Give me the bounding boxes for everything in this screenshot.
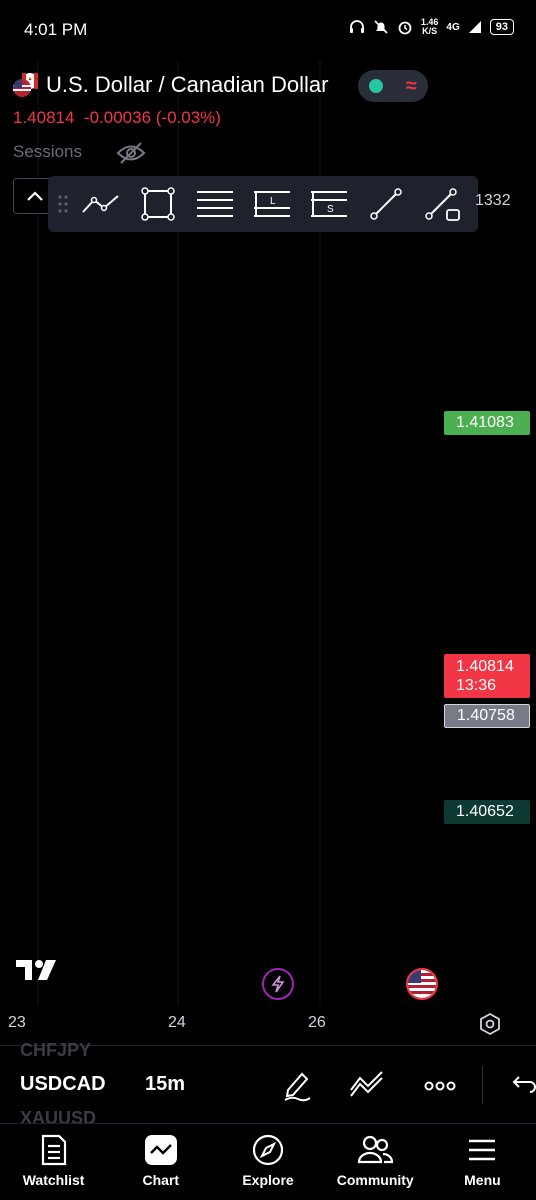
target-price-tag: 1.41083 (444, 411, 530, 435)
currency-flags-icon (12, 72, 40, 98)
toolbar-divider (482, 1066, 483, 1104)
current-price-value: 1.40814 (456, 658, 514, 675)
undo-icon (512, 1076, 536, 1093)
rectangle-tool[interactable] (129, 176, 186, 232)
nav-label: Chart (142, 1172, 180, 1188)
nav-community[interactable]: Community (322, 1124, 429, 1200)
chart-icon (144, 1135, 177, 1165)
nav-explore[interactable]: Explore (214, 1124, 321, 1200)
indicator-toggle[interactable]: ≈ (358, 70, 428, 102)
lightning-icon (271, 975, 285, 993)
status-dot-icon (369, 79, 384, 93)
entry-price-tag: 1.40758 (444, 704, 530, 728)
bell-muted-icon (374, 20, 388, 34)
drag-handle-icon[interactable] (54, 194, 72, 214)
status-icons: 1.46 K/S 4G 93 (349, 18, 514, 36)
current-symbol[interactable]: USDCAD (20, 1073, 106, 1096)
network-type: 4G (446, 21, 460, 33)
fib-retracement-icon (196, 191, 233, 217)
watchlist-icon (41, 1134, 66, 1166)
nav-label: Watchlist (22, 1172, 85, 1188)
pencil-icon (284, 1072, 311, 1102)
long-position-icon: L (253, 191, 290, 217)
compass-icon (252, 1134, 284, 1166)
trend-line-tool[interactable] (72, 176, 129, 232)
tradingview-logo-icon (16, 958, 64, 987)
drawing-toolbar[interactable]: L S (48, 176, 478, 232)
wave-icon: ≈ (405, 75, 417, 97)
time-label: 26 (308, 1014, 326, 1031)
nav-label: Menu (464, 1172, 501, 1188)
line-tool[interactable] (357, 176, 414, 232)
pencil-button[interactable] (282, 1068, 314, 1107)
short-position-icon: S (310, 191, 347, 217)
price-change-row: 1.40814 -0.00036 (-0.03%) (13, 108, 221, 128)
last-price: 1.40814 (13, 108, 75, 127)
net-speed-unit: K/S (422, 26, 438, 36)
nav-menu[interactable]: Menu (429, 1124, 536, 1200)
indicators-button[interactable] (348, 1068, 386, 1103)
nav-chart[interactable]: Chart (107, 1124, 214, 1200)
time-label: 23 (8, 1014, 26, 1031)
nav-label: Community (336, 1172, 414, 1188)
rectangle-icon (140, 187, 175, 221)
alarm-icon (398, 21, 412, 35)
symbol-title[interactable]: U.S. Dollar / Canadian Dollar (46, 72, 328, 98)
net-speed: 1.46 K/S (421, 18, 439, 36)
prev-symbol[interactable]: CHFJPY (20, 1040, 91, 1061)
status-time: 4:01 PM (24, 20, 88, 39)
undo-button[interactable] (510, 1074, 536, 1099)
menu-icon (469, 1139, 496, 1161)
current-price-tag: 1.40814 13:36 (444, 654, 530, 698)
trend-line-icon (81, 195, 119, 213)
sessions-label: Sessions (13, 142, 82, 161)
symbol-header[interactable]: U.S. Dollar / Canadian Dollar (12, 72, 328, 98)
fib-retracement-tool[interactable] (186, 176, 243, 232)
us-flag-icon (408, 970, 436, 998)
short-position-tool[interactable]: S (300, 176, 357, 232)
signal-icon (468, 21, 481, 33)
long-position-tool[interactable]: L (243, 176, 300, 232)
eye-off-icon[interactable] (116, 140, 146, 171)
bottom-navigation[interactable]: Watchlist Chart Explore Community Menu (0, 1123, 536, 1200)
more-icon (424, 1081, 456, 1091)
time-axis[interactable]: 23 24 26 (0, 1010, 536, 1040)
more-button[interactable] (424, 1078, 456, 1096)
price-tick-partial: 1332 (475, 192, 511, 209)
symbol-bar[interactable]: CHFJPY USDCAD 15m XAUUSD (0, 1040, 536, 1128)
nav-label: Explore (242, 1172, 294, 1188)
headset-icon (349, 20, 364, 33)
nav-watchlist[interactable]: Watchlist (0, 1124, 107, 1200)
bar-countdown: 13:36 (456, 677, 497, 694)
community-icon (358, 1135, 394, 1164)
battery-indicator: 93 (489, 19, 514, 35)
lightning-button[interactable] (262, 968, 294, 1000)
line-icon (369, 188, 402, 220)
stop-price-tag: 1.40652 (444, 800, 530, 824)
us-flag-button[interactable] (406, 968, 438, 1000)
status-bar: 4:01 PM 1.46 K/S 4G 93 (0, 0, 536, 60)
chevron-up-icon (27, 191, 43, 201)
time-label: 24 (168, 1014, 186, 1031)
timeframe-selector[interactable]: 15m (145, 1073, 185, 1096)
indicators-icon (350, 1071, 383, 1097)
long-letter: L (270, 196, 276, 207)
price-change: -0.00036 (-0.03%) (83, 108, 221, 127)
short-letter: S (327, 204, 334, 215)
